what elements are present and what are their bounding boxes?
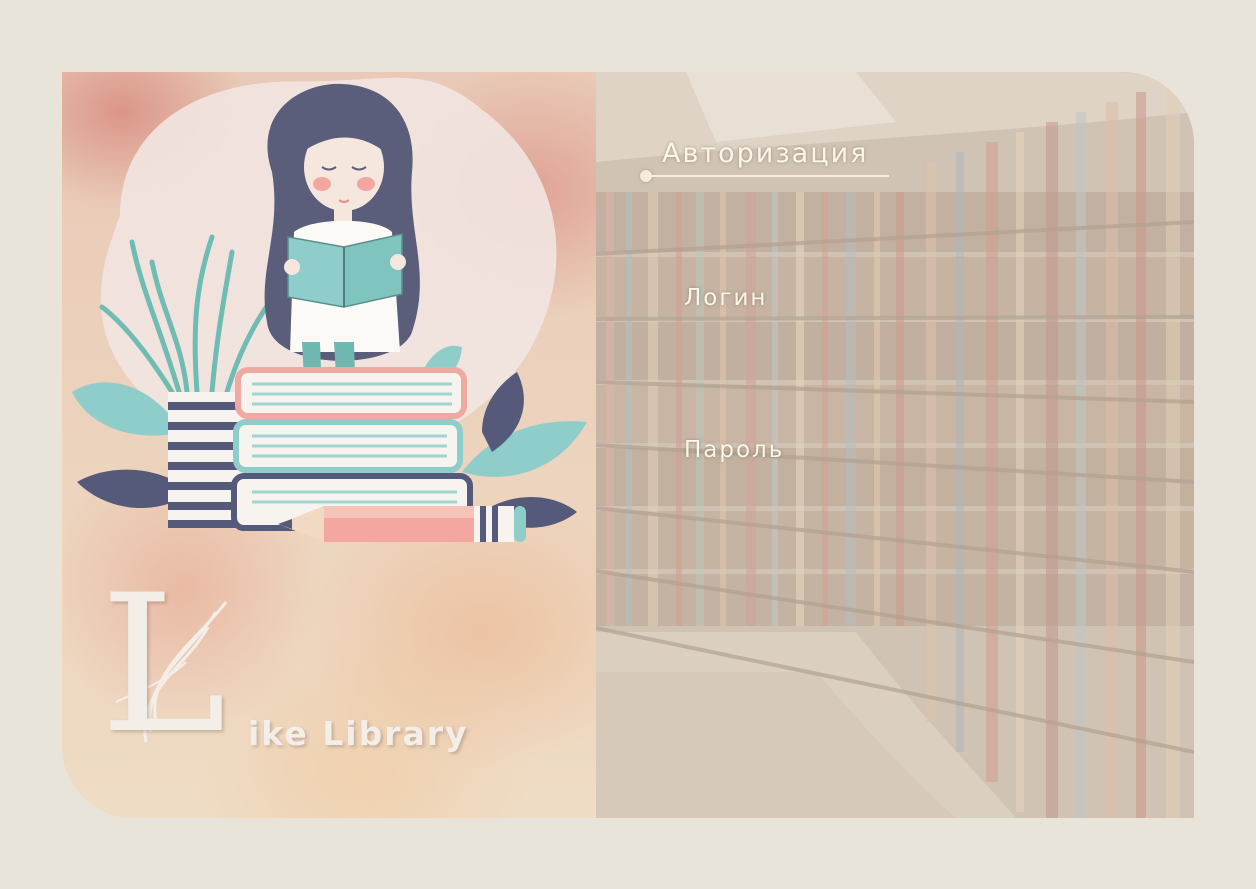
password-label: Пароль — [684, 437, 785, 463]
left-panel: L ike Library — [62, 72, 596, 818]
logo: L ike Library — [96, 554, 516, 775]
leaf-icon — [72, 382, 182, 436]
book-stack-icon — [231, 367, 473, 531]
logo-letter: L — [100, 554, 227, 775]
login-input[interactable] — [682, 316, 1146, 352]
auth-title: Авторизация — [662, 138, 869, 169]
auth-card: L ike Library Авторизация Логин Пароль — [62, 72, 1194, 818]
logo-text: ike Library — [248, 714, 469, 753]
title-underline — [645, 175, 889, 177]
leaf-icon — [462, 421, 587, 477]
password-input[interactable] — [682, 468, 1146, 504]
pencil-icon — [278, 506, 526, 542]
login-label: Логин — [684, 285, 768, 311]
girl-reading-illustration — [72, 83, 587, 542]
